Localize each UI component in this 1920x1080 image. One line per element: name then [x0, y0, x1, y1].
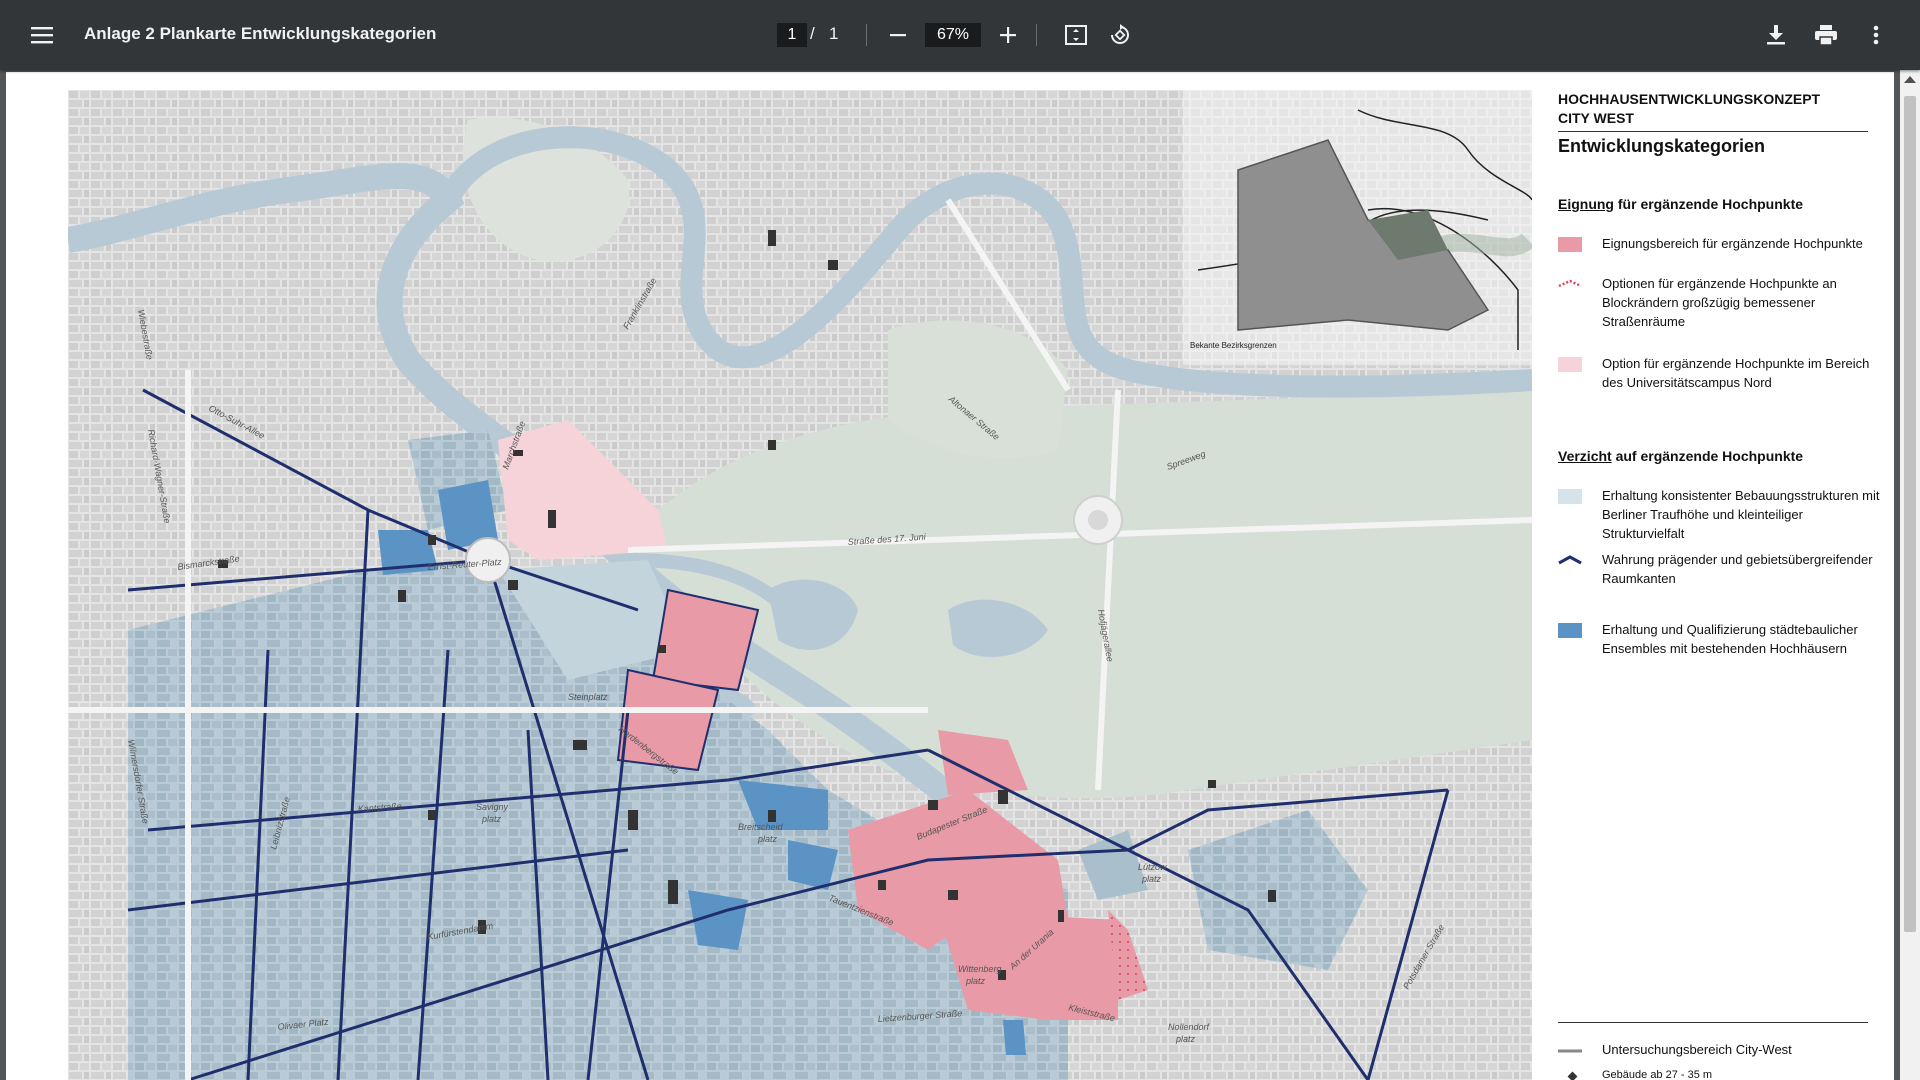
dotted-line-swatch: [1558, 277, 1582, 292]
section-heading-rest: für ergänzende Hochpunkte: [1614, 196, 1804, 212]
print-icon[interactable]: [1808, 16, 1844, 54]
inset-map-label: Bekante Bezirksgrenzen: [1190, 341, 1277, 350]
section-heading-rest: auf ergänzende Hochpunkte: [1611, 448, 1804, 464]
toolbar-divider: [866, 24, 867, 46]
ensemble-high-rise: [1003, 1020, 1026, 1055]
legend-title: HOCHHAUSENTWICKLUNGSKONZEPT CITY WEST: [1558, 90, 1868, 128]
legend-item-label: Eignungsbereich für ergänzende Hochpunkt…: [1602, 236, 1863, 251]
scrollbar-thumb[interactable]: [1904, 96, 1916, 932]
page-separator: /: [810, 24, 815, 43]
download-icon[interactable]: [1758, 16, 1794, 54]
svg-text:Wittenberg: Wittenberg: [958, 964, 1001, 974]
scroll-up-arrow-icon[interactable]: [1904, 76, 1916, 83]
fit-to-page-icon[interactable]: [1058, 16, 1094, 54]
victory-column: [1088, 510, 1108, 530]
document-title: Anlage 2 Plankarte Entwicklungskategorie…: [84, 24, 437, 43]
legend-section-waiver: Verzicht auf ergänzende Hochpunkte: [1558, 448, 1803, 464]
legend-title-line2: CITY WEST: [1558, 110, 1634, 126]
grey-line-swatch: [1558, 1043, 1582, 1058]
toolbar-divider: [1036, 24, 1037, 46]
section-keyword: Eignung: [1558, 196, 1614, 212]
svg-text:Breitscheid: Breitscheid: [738, 822, 784, 832]
building-swatch: [1558, 1069, 1582, 1080]
legend-section-suitability: Eignung für ergänzende Hochpunkte: [1558, 196, 1803, 212]
zoom-level-input[interactable]: 67%: [925, 23, 981, 47]
page-number-input[interactable]: 1: [777, 23, 807, 47]
svg-text:platz: platz: [1175, 1034, 1196, 1044]
legend-swatch: [1558, 489, 1582, 504]
legend-item-label: Erhaltung und Qualifizierung städtebauli…: [1602, 622, 1858, 656]
svg-text:platz: platz: [965, 976, 986, 986]
navy-line-swatch: [1558, 553, 1582, 568]
vertical-scrollbar[interactable]: [1900, 70, 1920, 1080]
page-total: 1: [829, 24, 839, 43]
pdf-toolbar: Anlage 2 Plankarte Entwicklungskategorie…: [0, 0, 1920, 70]
svg-text:Steinplatz: Steinplatz: [568, 692, 608, 702]
section-keyword: Verzicht: [1558, 448, 1612, 464]
rotate-icon[interactable]: [1102, 16, 1138, 54]
legend-item-label: Option für ergänzende Hochpunkte im Bere…: [1602, 356, 1870, 390]
hamburger-menu-icon[interactable]: [22, 15, 62, 55]
svg-text:Savigny: Savigny: [476, 802, 509, 812]
legend-swatch: [1558, 357, 1582, 372]
inset-overview-map: Bekante Bezirksgrenzen: [1183, 90, 1532, 365]
svg-text:platz: platz: [757, 834, 778, 844]
pdf-viewer[interactable]: Otto-Suhr-Allee Bismarckstraße Ernst-Reu…: [0, 70, 1900, 1080]
legend-item-label: Wahrung prägender und gebietsübergreifen…: [1602, 552, 1873, 586]
svg-text:Nollendorf: Nollendorf: [1168, 1022, 1211, 1032]
legend-swatch: [1558, 237, 1582, 252]
minus-icon[interactable]: [880, 17, 916, 53]
legend-title-line1: HOCHHAUSENTWICKLUNGSKONZEPT: [1558, 91, 1821, 107]
map-legend: HOCHHAUSENTWICKLUNGSKONZEPT CITY WEST En…: [1558, 90, 1888, 1080]
legend-subtitle: Entwicklungskategorien: [1558, 136, 1766, 156]
legend-item-label: Gebäude ab 27 - 35 m: [1602, 1069, 1713, 1080]
plus-icon[interactable]: [990, 17, 1026, 53]
pdf-page: Otto-Suhr-Allee Bismarckstraße Ernst-Reu…: [6, 72, 1894, 1080]
legend-swatch: [1558, 623, 1582, 638]
legend-item-label: Erhaltung konsistenter Bebauungsstruktur…: [1602, 488, 1880, 541]
more-vert-icon[interactable]: [1860, 16, 1892, 54]
legend-rule: [1558, 1022, 1868, 1023]
svg-text:Lützow: Lützow: [1138, 862, 1167, 872]
legend-rule: [1558, 131, 1868, 132]
legend-item-label: Optionen für ergänzende Hochpunkte an Bl…: [1602, 276, 1837, 329]
legend-item-label: Untersuchungsbereich City-West: [1602, 1042, 1792, 1057]
svg-text:platz: platz: [481, 814, 502, 824]
plan-map: Otto-Suhr-Allee Bismarckstraße Ernst-Reu…: [68, 90, 1532, 1080]
svg-text:platz: platz: [1141, 874, 1162, 884]
